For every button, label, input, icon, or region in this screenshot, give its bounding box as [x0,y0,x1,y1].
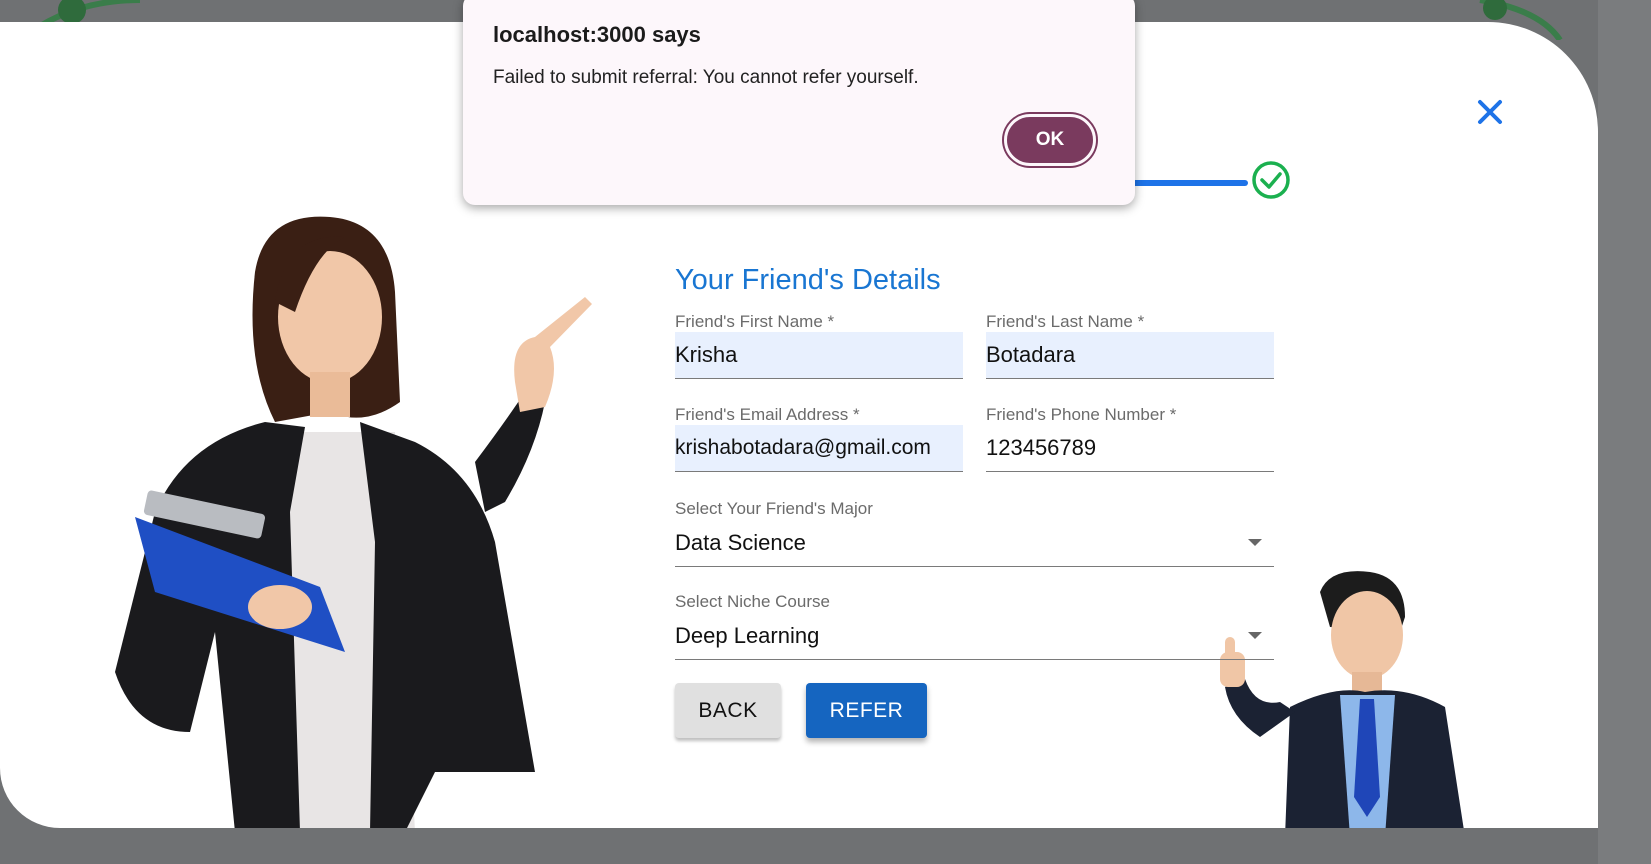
course-select[interactable]: Deep Learning [675,612,1274,660]
back-button[interactable]: BACK [675,683,781,738]
last-name-input[interactable]: Botadara [986,332,1274,379]
stepper-connector [1120,180,1248,186]
dialog-message: Failed to submit referral: You cannot re… [493,67,919,88]
course-label: Select Niche Course [675,592,830,611]
chevron-down-icon [1248,539,1262,546]
close-icon [1478,100,1502,124]
check-circle-icon [1252,161,1290,199]
last-name-label: Friend's Last Name * [986,312,1145,331]
first-name-input[interactable]: Krisha [675,332,963,379]
course-select-value: Deep Learning [675,622,820,648]
phone-input[interactable]: 123456789 [986,425,1274,472]
major-select-value: Data Science [675,529,806,555]
form-title: Your Friend's Details [675,264,941,296]
form-actions: BACK REFER [675,683,975,743]
close-button[interactable] [1470,92,1510,132]
email-label: Friend's Email Address * [675,405,860,424]
first-name-label: Friend's First Name * [675,312,835,331]
major-select[interactable]: Data Science [675,519,1274,567]
chevron-down-icon [1248,632,1262,639]
page-backdrop-edge [1598,0,1651,864]
woman-illustration [115,216,592,828]
major-label: Select Your Friend's Major [675,499,873,518]
email-input[interactable]: krishabotadara@gmail.com [675,425,963,472]
dialog-ok-button[interactable]: OK [1004,114,1096,166]
man-illustration [1220,571,1464,828]
alert-dialog: localhost:3000 says Failed to submit ref… [463,0,1135,205]
phone-label: Friend's Phone Number * [986,405,1177,424]
dialog-title: localhost:3000 says [493,22,701,47]
refer-button[interactable]: REFER [806,683,927,738]
